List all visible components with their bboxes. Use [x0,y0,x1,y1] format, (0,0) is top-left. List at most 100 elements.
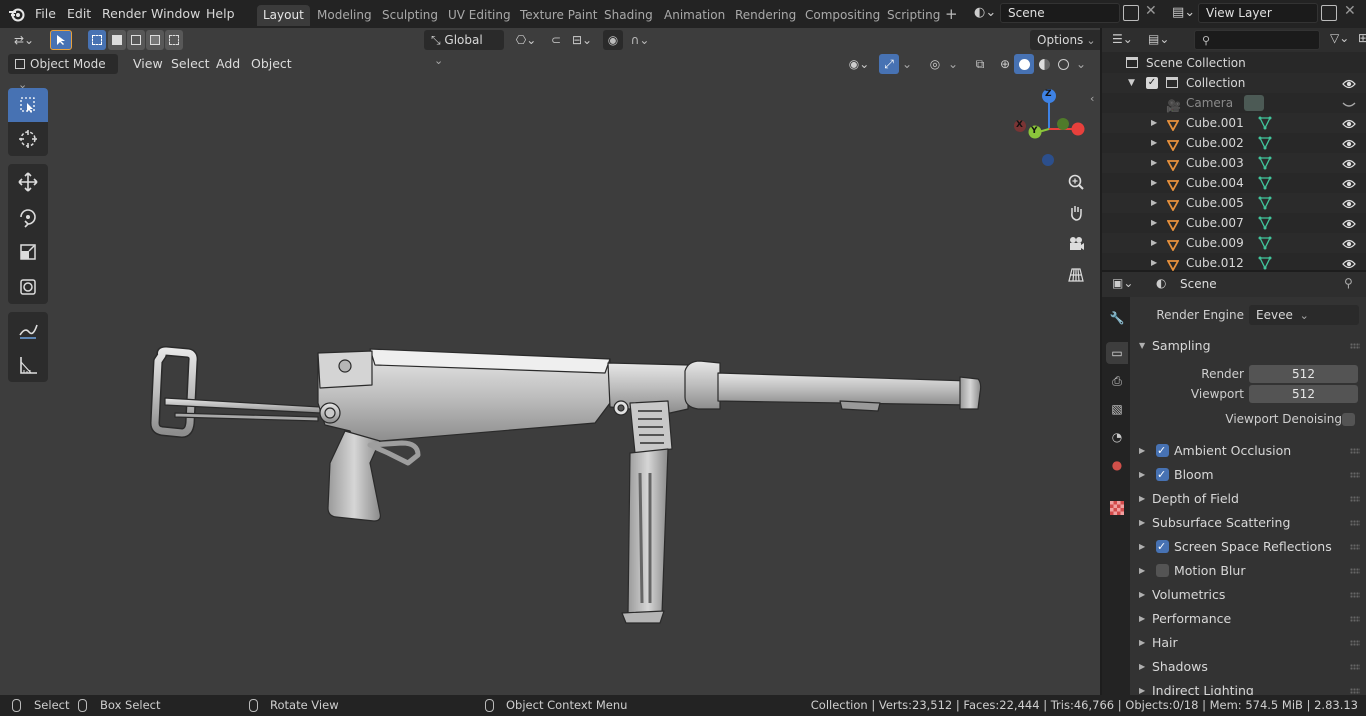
transform-orientation-dropdown[interactable]: ⤡ Global [424,30,504,50]
zoom-view-icon[interactable] [1063,169,1089,195]
menu-window[interactable]: Window [147,5,204,23]
select-mode-new-icon[interactable] [88,30,106,50]
collection-checkbox[interactable]: ✓ [1146,77,1158,89]
tab-texture-paint[interactable]: Texture Paint [514,5,603,26]
visibility-icon[interactable]: ◉⌄ [844,54,874,74]
view-layer-field[interactable]: View Layer [1198,3,1318,23]
filter-icon[interactable]: ▽⌄ [1330,31,1349,45]
select-box-tool[interactable] [8,88,48,122]
texture-tab-icon[interactable] [1106,497,1128,519]
snap-toggle-icon[interactable]: ⊂ [546,30,566,50]
pin-icon[interactable]: ⚲ [1344,276,1353,290]
navigation-gizmo[interactable]: Z X Y [1005,83,1095,173]
pan-view-icon[interactable] [1063,200,1089,226]
panel-enable-checkbox[interactable] [1156,464,1169,486]
expand-arrow-icon[interactable]: ▼ [1128,73,1135,93]
view-layer-icon[interactable]: ▤⌄ [1172,5,1195,20]
render-panel-header[interactable]: ▶ Performance [1132,608,1364,630]
tab-shading[interactable]: Shading [598,5,659,26]
outliner-scene-collection[interactable]: Scene Collection [1102,53,1366,73]
select-mode-subtract-icon[interactable] [127,30,145,50]
move-tool[interactable] [8,164,48,199]
scene-tab-icon[interactable]: ◔ [1106,426,1128,448]
panel-grip-icon[interactable] [1350,640,1360,646]
select-mode-extend-icon[interactable] [108,30,126,50]
outliner-collection[interactable]: ▼ ✓ Collection [1102,73,1366,93]
sampling-render-field[interactable]: 512 [1249,365,1358,383]
outliner-item-mesh[interactable]: ▶ Cube.012 [1102,253,1366,273]
menu-help[interactable]: Help [202,5,239,23]
falloff-icon[interactable]: ∩⌄ [624,30,656,50]
outliner-item-mesh[interactable]: ▶ Cube.005 [1102,193,1366,213]
expand-arrow-icon[interactable]: ▶ [1151,113,1157,133]
render-panel-header[interactable]: ▶ Motion Blur [1132,560,1364,582]
panel-grip-icon[interactable] [1350,496,1360,502]
options-dropdown[interactable]: Options [1030,30,1100,50]
tab-compositing[interactable]: Compositing [799,5,886,26]
render-panel-header[interactable]: ▶ Shadows [1132,656,1364,678]
sidebar-toggle-icon[interactable]: ‹ [1090,92,1094,105]
annotate-tool[interactable] [8,312,48,347]
menu-view[interactable]: View [128,54,168,74]
outliner-item-mesh[interactable]: ▶ Cube.001 [1102,113,1366,133]
snap-target-icon[interactable]: ⊟⌄ [566,30,598,50]
panel-grip-icon[interactable] [1350,544,1360,550]
scene-name-field[interactable]: Scene [1000,3,1120,23]
tab-animation[interactable]: Animation [658,5,731,26]
menu-object[interactable]: Object [246,54,297,74]
rendered-shading-icon[interactable] [1053,54,1073,74]
outliner-item-mesh[interactable]: ▶ Cube.002 [1102,133,1366,153]
render-panel-header[interactable]: ▶ Screen Space Reflections [1132,536,1364,558]
sampling-viewport-field[interactable]: 512 [1249,385,1358,403]
panel-enable-checkbox[interactable] [1156,440,1169,462]
tab-modeling[interactable]: Modeling [311,5,378,26]
output-tab-icon[interactable]: ⎙ [1106,370,1128,392]
menu-edit[interactable]: Edit [63,5,95,23]
panel-grip-icon[interactable] [1350,664,1360,670]
panel-grip-icon[interactable] [1350,472,1360,478]
overlays-dropdown-icon[interactable]: ⌄ [946,54,960,74]
panel-grip-icon[interactable] [1350,592,1360,598]
expand-arrow-icon[interactable]: ▶ [1151,153,1157,173]
xray-icon[interactable]: ⧉ [970,54,990,74]
tool-settings-icon[interactable]: ⇄⌄ [8,30,40,50]
cursor-tool[interactable] [8,122,48,156]
tab-rendering[interactable]: Rendering [729,5,802,26]
proportional-edit-icon[interactable]: ◉ [603,30,623,50]
menu-render[interactable]: Render [98,5,151,23]
close-scene-icon[interactable]: ✕ [1145,3,1157,19]
render-engine-dropdown[interactable]: Eevee [1249,305,1359,325]
camera-view-icon[interactable] [1063,231,1089,257]
expand-arrow-icon[interactable]: ▶ [1151,233,1157,253]
expand-arrow-icon[interactable]: ▶ [1151,173,1157,193]
3d-viewport[interactable]: ⇄⌄ ⤡ Global ⎔⌄ ⊂ ⊟⌄ ◉ ∩⌄ Options Object … [0,28,1100,695]
panel-grip-icon[interactable] [1350,568,1360,574]
outliner-item-camera[interactable]: 🎥 Camera [1102,93,1366,113]
measure-tool[interactable] [8,347,48,382]
menu-file[interactable]: File [31,5,60,23]
scene-selector-icon[interactable]: ◐⌄ [974,5,996,20]
render-panel-header[interactable]: ▶ Ambient Occlusion [1132,440,1364,462]
scale-tool[interactable] [8,234,48,269]
rotate-tool[interactable] [8,199,48,234]
expand-arrow-icon[interactable]: ▶ [1151,253,1157,273]
pivot-point-icon[interactable]: ⎔⌄ [510,30,542,50]
submachine-gun-model[interactable] [140,313,1000,653]
sampling-panel-header[interactable]: ▼ Sampling [1132,335,1364,357]
select-mode-difference-icon[interactable] [146,30,164,50]
outliner-item-mesh[interactable]: ▶ Cube.009 [1102,233,1366,253]
outliner-item-mesh[interactable]: ▶ Cube.003 [1102,153,1366,173]
menu-select[interactable]: Select [166,54,215,74]
select-tool-icon[interactable] [50,30,72,50]
shading-dropdown-icon[interactable]: ⌄ [1074,54,1088,74]
panel-grip-icon[interactable] [1350,448,1360,454]
render-panel-header[interactable]: ▶ Indirect Lighting [1132,680,1364,695]
outliner-item-mesh[interactable]: ▶ Cube.004 [1102,173,1366,193]
overlays-icon[interactable]: ◎ [925,54,945,74]
close-view-layer-icon[interactable]: ✕ [1344,3,1356,19]
perspective-toggle-icon[interactable] [1063,262,1089,288]
wireframe-shading-icon[interactable]: ⊕ [995,54,1015,74]
camera-data-icon[interactable] [1244,95,1264,111]
viewport-denoising-checkbox[interactable] [1342,413,1355,426]
expand-arrow-icon[interactable]: ▶ [1151,133,1157,153]
